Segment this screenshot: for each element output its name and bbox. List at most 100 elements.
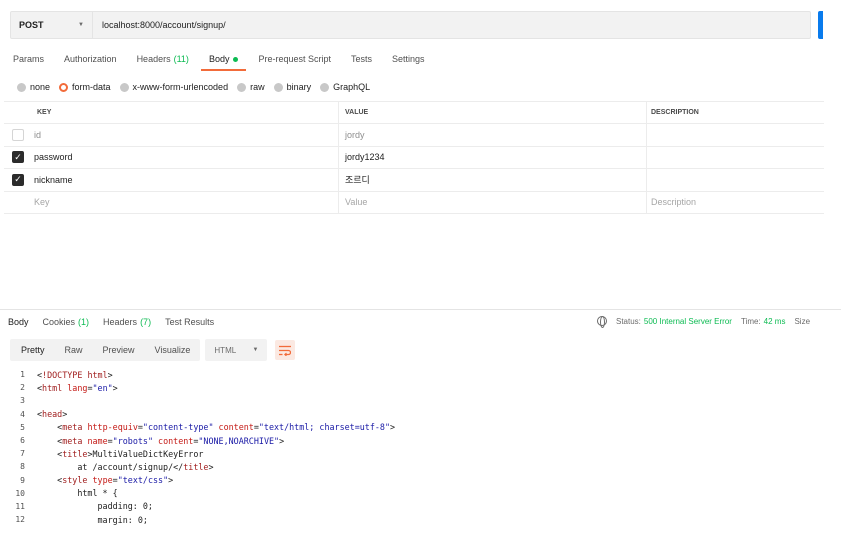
code-line: 3 bbox=[0, 394, 841, 407]
key-cell[interactable]: id bbox=[4, 124, 339, 146]
response-tab-headers[interactable]: Headers (7) bbox=[96, 310, 158, 333]
new-description-input[interactable]: Description bbox=[647, 192, 824, 214]
method-label: POST bbox=[19, 20, 44, 30]
radio-binary[interactable]: binary bbox=[273, 82, 311, 92]
description-cell[interactable] bbox=[647, 169, 824, 191]
size-label: Size bbox=[794, 316, 811, 326]
response-tabs: Body Cookies (1) Headers (7) Test Results bbox=[0, 310, 221, 333]
key-cell[interactable]: ✓ password bbox=[4, 146, 339, 168]
wrap-icon bbox=[279, 345, 292, 356]
radio-label: none bbox=[30, 82, 51, 92]
status-value[interactable]: 500 Internal Server Error bbox=[644, 317, 732, 326]
new-key-input[interactable]: Key bbox=[4, 191, 339, 213]
key-cell[interactable]: ✓ nickname bbox=[4, 169, 339, 191]
wrap-lines-button[interactable] bbox=[275, 340, 296, 360]
tab-label: Pre-request Script bbox=[258, 54, 331, 64]
code-text: <meta http-equiv="content-type" content=… bbox=[57, 422, 396, 433]
line-number: 1 bbox=[20, 370, 25, 380]
radio-label: GraphQL bbox=[333, 82, 371, 92]
form-data-table: KEY VALUE DESCRIPTION id jordy ✓ password jo… bbox=[4, 101, 824, 214]
tab-label: Headers bbox=[103, 316, 138, 327]
view-visualize[interactable]: Visualize bbox=[145, 339, 201, 361]
tab-pre-request-script[interactable]: Pre-request Script bbox=[248, 48, 341, 70]
header-key: KEY bbox=[4, 102, 339, 123]
code-text: <style type="text/css"> bbox=[57, 475, 174, 486]
line-number: 11 bbox=[15, 501, 25, 511]
line-number: 9 bbox=[20, 475, 25, 485]
view-raw[interactable]: Raw bbox=[55, 339, 93, 361]
radio-graphql[interactable]: GraphQL bbox=[320, 82, 370, 92]
method-select[interactable]: POST ▼ bbox=[11, 12, 93, 38]
new-value-input[interactable]: Value bbox=[339, 191, 647, 213]
value-cell[interactable]: jordy1234 bbox=[339, 146, 647, 168]
send-button[interactable] bbox=[818, 11, 823, 39]
radio-raw[interactable]: raw bbox=[237, 82, 265, 92]
tab-params[interactable]: Params bbox=[0, 48, 54, 70]
code-text: <meta name="robots" content="NONE,NOARCH… bbox=[57, 435, 285, 446]
modified-dot-icon bbox=[233, 56, 239, 62]
time-value[interactable]: 42 ms bbox=[764, 317, 786, 326]
code-line: 2 <html lang="en"> bbox=[0, 381, 841, 394]
globe-icon[interactable] bbox=[597, 316, 607, 328]
header-value: VALUE bbox=[339, 102, 647, 123]
radio-label: x-www-form-urlencoded bbox=[132, 82, 229, 92]
tab-body[interactable]: Body bbox=[199, 48, 249, 71]
table-header: KEY VALUE DESCRIPTION bbox=[4, 102, 824, 124]
radio-icon bbox=[59, 82, 69, 92]
code-text: at /account/signup/</title> bbox=[77, 461, 214, 472]
key-text: password bbox=[34, 152, 73, 163]
status-label: Status: bbox=[616, 316, 641, 326]
tab-count: (1) bbox=[78, 316, 90, 327]
tab-settings[interactable]: Settings bbox=[382, 48, 435, 70]
code-text: html * { bbox=[77, 488, 118, 499]
radio-none[interactable]: none bbox=[17, 82, 50, 92]
view-preview[interactable]: Preview bbox=[93, 339, 145, 361]
line-number: 3 bbox=[20, 396, 25, 406]
table-row-new: Key Value Description bbox=[4, 191, 824, 214]
request-tabs: Params Authorization Headers (11) Body Pre-re… bbox=[0, 48, 435, 72]
key-text: id bbox=[34, 129, 42, 140]
url-input[interactable]: localhost:8000/account/signup/ bbox=[93, 20, 226, 30]
tab-authorization[interactable]: Authorization bbox=[54, 48, 127, 70]
response-header-bar: Body Cookies (1) Headers (7) Test Results Sta… bbox=[0, 309, 841, 333]
code-text: <title>MultiValueDictKeyError bbox=[57, 448, 204, 459]
row-checkbox[interactable]: ✓ bbox=[12, 151, 24, 164]
code-text: <head> bbox=[37, 409, 68, 420]
response-tab-test-results[interactable]: Test Results bbox=[158, 310, 221, 333]
header-description: DESCRIPTION bbox=[651, 109, 699, 116]
time-label: Time: bbox=[740, 316, 761, 326]
value-text: jordy bbox=[345, 129, 365, 140]
code-line: 10 html * { bbox=[0, 487, 841, 500]
value-cell[interactable]: 조르디 bbox=[339, 169, 647, 191]
code-line: 1 <!DOCTYPE html> bbox=[0, 368, 841, 381]
response-meta: Status: 500 Internal Server Error Time: … bbox=[597, 316, 811, 328]
radio-form-data[interactable]: form-data bbox=[59, 82, 111, 92]
tab-label: Body bbox=[8, 316, 29, 327]
tab-headers[interactable]: Headers (11) bbox=[127, 48, 199, 70]
response-tab-body[interactable]: Body bbox=[0, 310, 36, 333]
radio-x-www-form-urlencoded[interactable]: x-www-form-urlencoded bbox=[119, 82, 229, 92]
code-line: 5 <meta http-equiv="content-type" conten… bbox=[0, 421, 841, 434]
code-text: <html lang="en"> bbox=[37, 382, 118, 393]
chevron-down-icon: ▼ bbox=[78, 22, 84, 28]
response-view-bar: Pretty Raw Preview Visualize HTML ▼ bbox=[10, 339, 296, 361]
view-pretty[interactable]: Pretty bbox=[10, 339, 55, 361]
line-number: 4 bbox=[20, 409, 25, 419]
value-cell[interactable]: jordy bbox=[339, 124, 647, 146]
code-line: 7 <title>MultiValueDictKeyError bbox=[0, 447, 841, 460]
radio-label: form-data bbox=[72, 82, 111, 92]
code-text: margin: 0; bbox=[97, 514, 148, 525]
request-url-bar: POST ▼ localhost:8000/account/signup/ bbox=[10, 11, 811, 39]
line-number: 5 bbox=[20, 422, 25, 432]
radio-label: raw bbox=[250, 82, 265, 92]
response-tab-cookies[interactable]: Cookies (1) bbox=[36, 310, 97, 333]
row-checkbox[interactable] bbox=[12, 128, 24, 141]
format-select[interactable]: HTML ▼ bbox=[205, 339, 268, 361]
description-cell[interactable] bbox=[647, 147, 824, 169]
code-line: 6 <meta name="robots" content="NONE,NOAR… bbox=[0, 434, 841, 447]
tab-label: Headers bbox=[136, 54, 171, 64]
description-cell[interactable] bbox=[647, 124, 824, 146]
row-checkbox[interactable]: ✓ bbox=[12, 173, 24, 186]
tab-tests[interactable]: Tests bbox=[341, 48, 382, 70]
response-body-code[interactable]: 1 <!DOCTYPE html> 2 <html lang="en"> 3 4 <head… bbox=[0, 368, 841, 526]
